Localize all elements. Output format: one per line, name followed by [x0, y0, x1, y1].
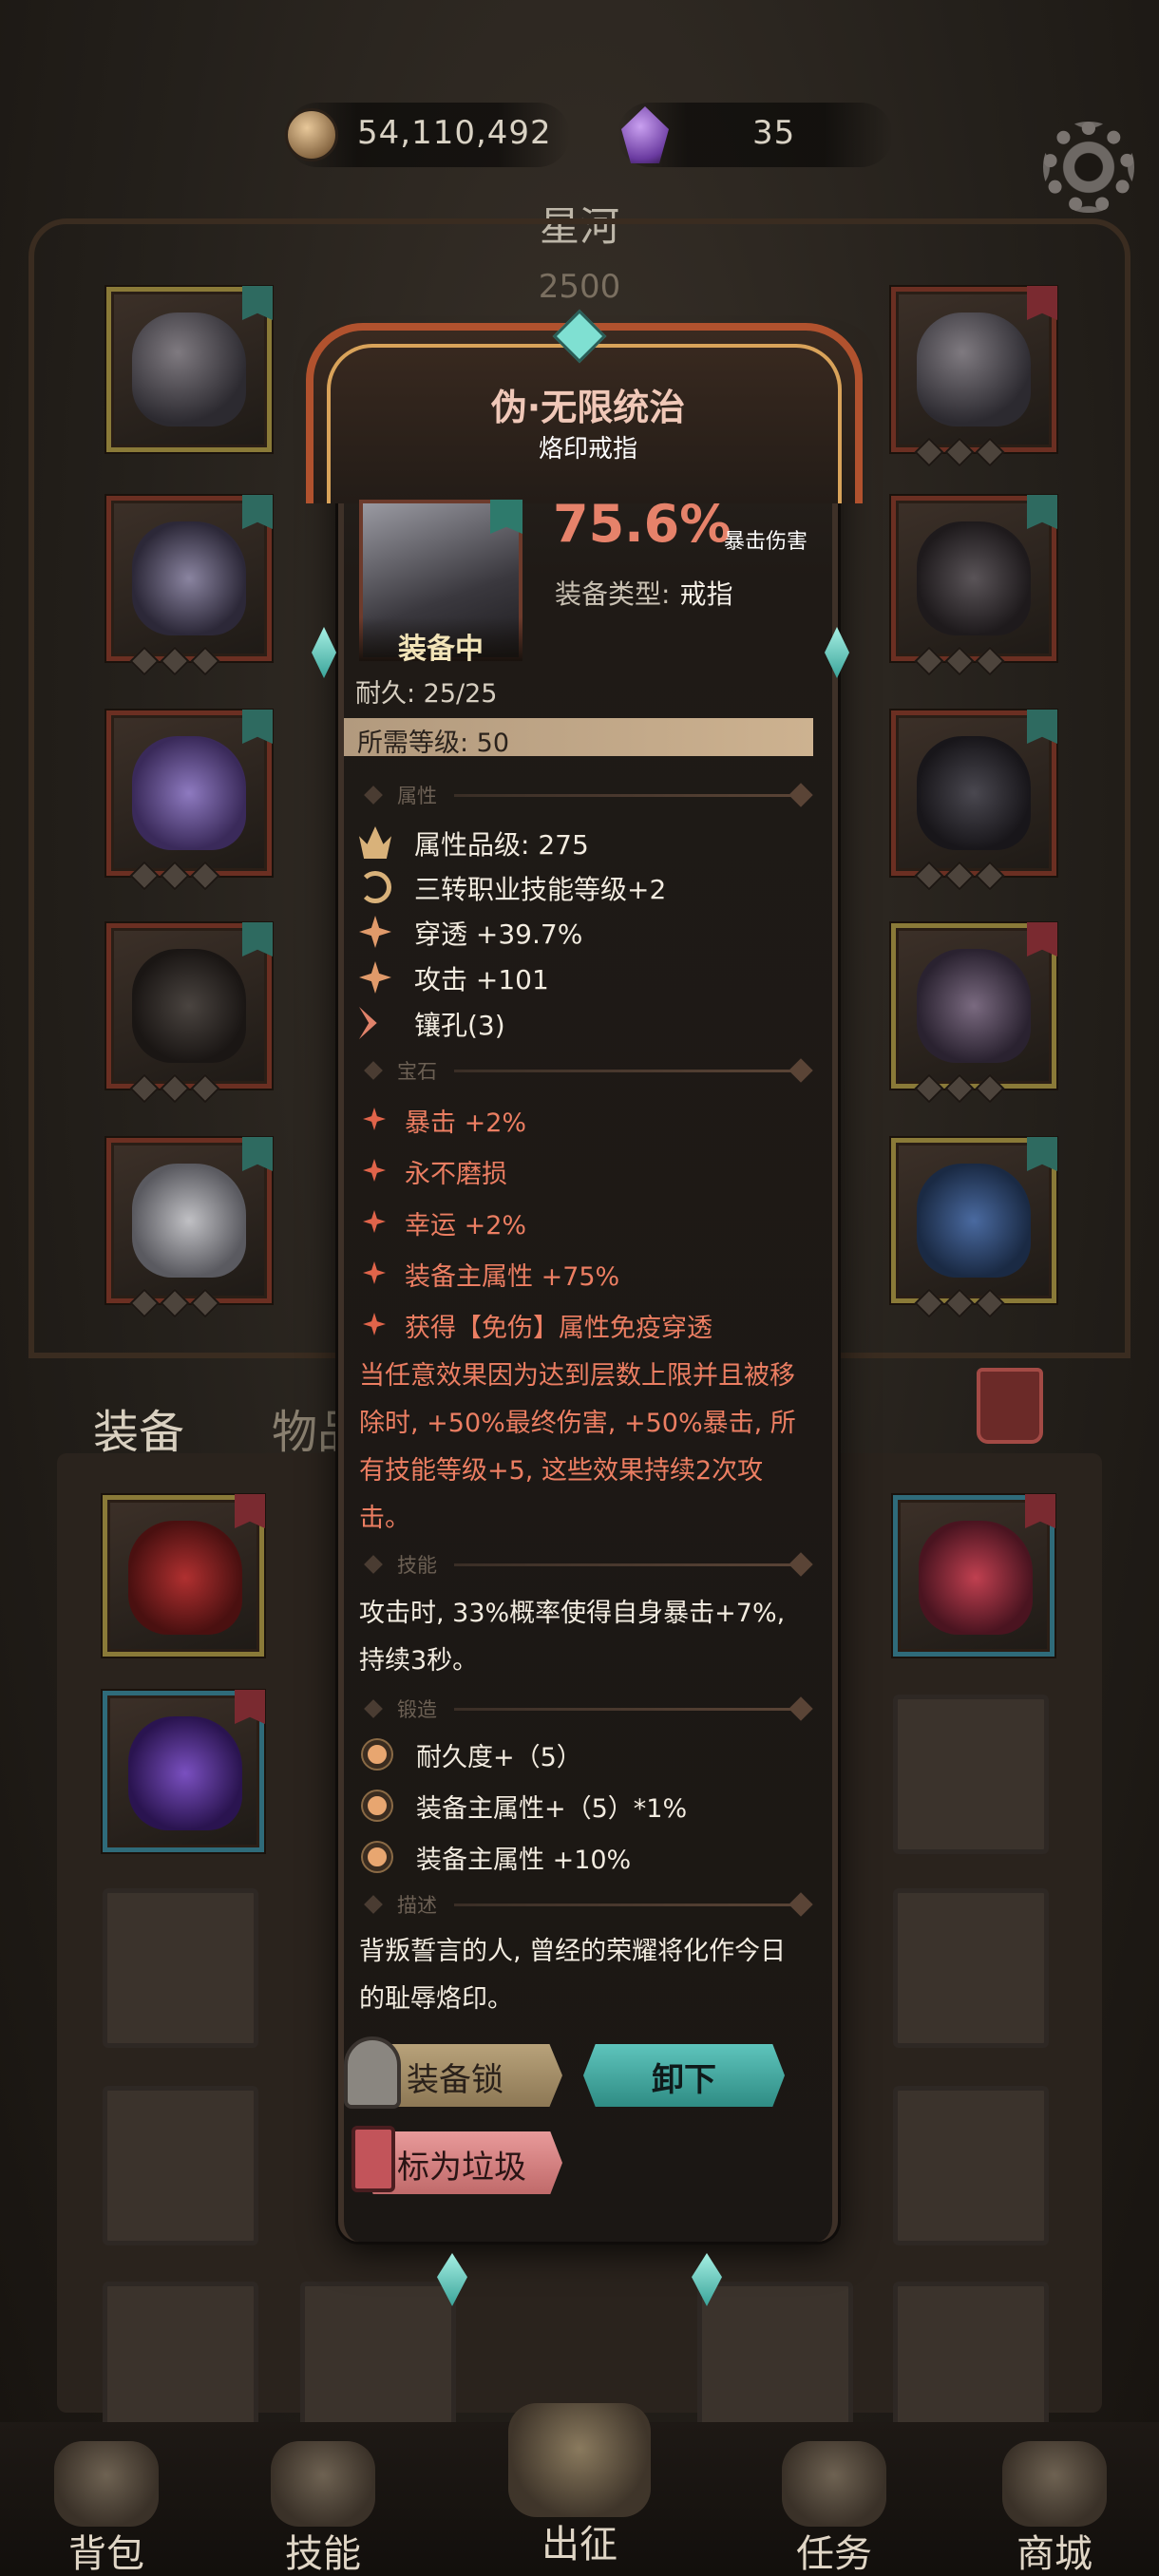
inventory-cell[interactable]	[697, 2282, 853, 2441]
inventory-cell[interactable]	[103, 2282, 258, 2441]
equipped-label: 装备中	[359, 617, 522, 666]
attribute-row: 三转职业技能等级+2	[359, 869, 813, 907]
section-forging: 锻造	[359, 1695, 813, 1723]
equip-slot-pants[interactable]	[106, 922, 273, 1104]
forge-row: 装备主属性 +10%	[361, 1837, 815, 1879]
spark-icon	[363, 1313, 386, 1335]
nav-skills-label: 技能	[285, 2532, 361, 2576]
inventory-item-cape[interactable]	[103, 1494, 265, 1657]
item-type: 装备类型: 戒指	[555, 578, 733, 610]
required-level: 所需等级: 50	[344, 718, 813, 758]
trash-can-icon	[352, 2126, 395, 2192]
gem-row: 暴击 +2%	[363, 1102, 817, 1140]
lock-icon	[344, 2036, 401, 2109]
attribute-row: 穿透 +39.7%	[359, 914, 813, 952]
section-gems: 宝石	[359, 1056, 813, 1085]
item-ring-icon: 装备中	[359, 500, 522, 666]
equip-slot-weapon[interactable]	[106, 286, 273, 452]
gold-value: 54,110,492	[357, 114, 552, 152]
section-attributes: 属性	[359, 781, 813, 809]
spark-icon	[363, 1108, 386, 1130]
skill-text: 攻击时, 33%概率使得自身暴击+7%, 持续3秒。	[359, 1599, 786, 1676]
forge-dot-icon	[363, 1791, 391, 1820]
nav-skills[interactable]: 技能	[238, 2441, 408, 2576]
section-description: 描述	[359, 1890, 813, 1919]
attribute-row: 属性品级: 275	[359, 824, 813, 862]
inventory-cell[interactable]	[893, 2282, 1049, 2441]
nav-quests[interactable]: 任务	[749, 2441, 920, 2576]
skill-book-icon	[271, 2441, 375, 2527]
forge-dot-icon	[363, 1740, 391, 1769]
equip-slot-staff[interactable]	[891, 922, 1057, 1104]
item-subtitle: 烙印戒指	[538, 435, 637, 464]
inventory-cell[interactable]	[103, 2086, 258, 2245]
inventory-cell[interactable]	[893, 1888, 1049, 2048]
socket-icon	[359, 1007, 377, 1039]
equip-slot-cloak[interactable]	[106, 710, 273, 891]
equip-slot-helmet[interactable]	[891, 286, 1057, 467]
forge-row: 耐久度+（5）	[361, 1734, 815, 1776]
nav-shop-label: 商城	[1016, 2532, 1092, 2576]
description-text: 背叛誓言的人, 曾经的荣耀将化作今日的耻辱烙印。	[359, 1937, 787, 2014]
main-stat-name: 暴击伤害	[724, 530, 808, 554]
gem-value: 35	[752, 114, 796, 152]
forge-dot-icon	[363, 1843, 391, 1871]
top-bar: 54,110,492 35	[0, 0, 1159, 213]
inventory-cell[interactable]	[103, 1888, 258, 2048]
equip-slot-amulet[interactable]	[106, 495, 273, 676]
bottom-nav: 背包 技能 出征 任务 商城	[0, 2403, 1159, 2576]
pierce-icon	[359, 916, 391, 948]
equip-slot-shoulder[interactable]	[891, 495, 1057, 676]
equip-slot-boots[interactable]	[106, 1137, 273, 1318]
inventory-cell[interactable]	[893, 2086, 1049, 2245]
game-screen: 54,110,492 35 星河 2500 装备 物品 背包 技能 出征 任务 …	[0, 0, 1159, 2576]
nav-quests-label: 任务	[796, 2532, 872, 2576]
shop-icon	[1002, 2441, 1107, 2527]
bag-icon	[54, 2441, 159, 2527]
unequip-button[interactable]: 卸下	[583, 2044, 785, 2107]
gold-counter: 54,110,492	[285, 103, 570, 167]
spark-icon	[363, 1159, 386, 1182]
section-skills: 技能	[359, 1550, 813, 1579]
gem-effect-text: 当任意效果因为达到层数上限并且被移除时, +50%最终伤害, +50%暴击, 所…	[359, 1361, 796, 1533]
nav-battle-label: 出征	[542, 2523, 618, 2567]
item-title: 伪·无限统治	[490, 387, 686, 428]
inventory-item-shoes[interactable]	[893, 1494, 1055, 1657]
inventory-item-mask[interactable]	[103, 1690, 265, 1852]
crown-icon	[359, 826, 391, 859]
equip-slot-shield[interactable]	[891, 1137, 1057, 1318]
gold-coin-icon	[285, 108, 338, 161]
cycle-icon	[359, 871, 391, 903]
durability: 耐久: 25/25	[355, 679, 498, 709]
inventory-cell[interactable]	[300, 2282, 456, 2441]
nav-bag[interactable]: 背包	[21, 2441, 192, 2576]
spark-icon	[363, 1210, 386, 1233]
gem-row: 永不磨损	[363, 1153, 817, 1191]
sword-icon	[508, 2403, 651, 2517]
nav-bag-label: 背包	[68, 2532, 144, 2576]
attribute-row: 镶孔(3)	[359, 1005, 813, 1043]
gem-row: 获得【免伤】属性免疫穿透	[363, 1307, 817, 1345]
gem-row: 装备主属性 +75%	[363, 1256, 817, 1294]
nav-battle[interactable]: 出征	[494, 2403, 665, 2568]
attack-icon	[359, 961, 391, 994]
forge-row: 装备主属性+（5）*1%	[361, 1786, 815, 1828]
attribute-row: 攻击 +101	[359, 959, 813, 997]
tab-equipment[interactable]: 装备	[93, 1394, 184, 1461]
main-stat-value: 75.6%	[553, 494, 732, 554]
purple-gem-icon	[621, 106, 669, 163]
equip-slot-ring[interactable]	[891, 710, 1057, 891]
gem-counter: 35	[618, 103, 893, 167]
scroll-icon	[782, 2441, 886, 2527]
inventory-cell[interactable]	[893, 1695, 1049, 1854]
spark-icon	[363, 1261, 386, 1284]
gem-row: 幸运 +2%	[363, 1204, 817, 1242]
trash-bin-icon[interactable]	[977, 1368, 1043, 1444]
nav-shop[interactable]: 商城	[969, 2441, 1140, 2576]
